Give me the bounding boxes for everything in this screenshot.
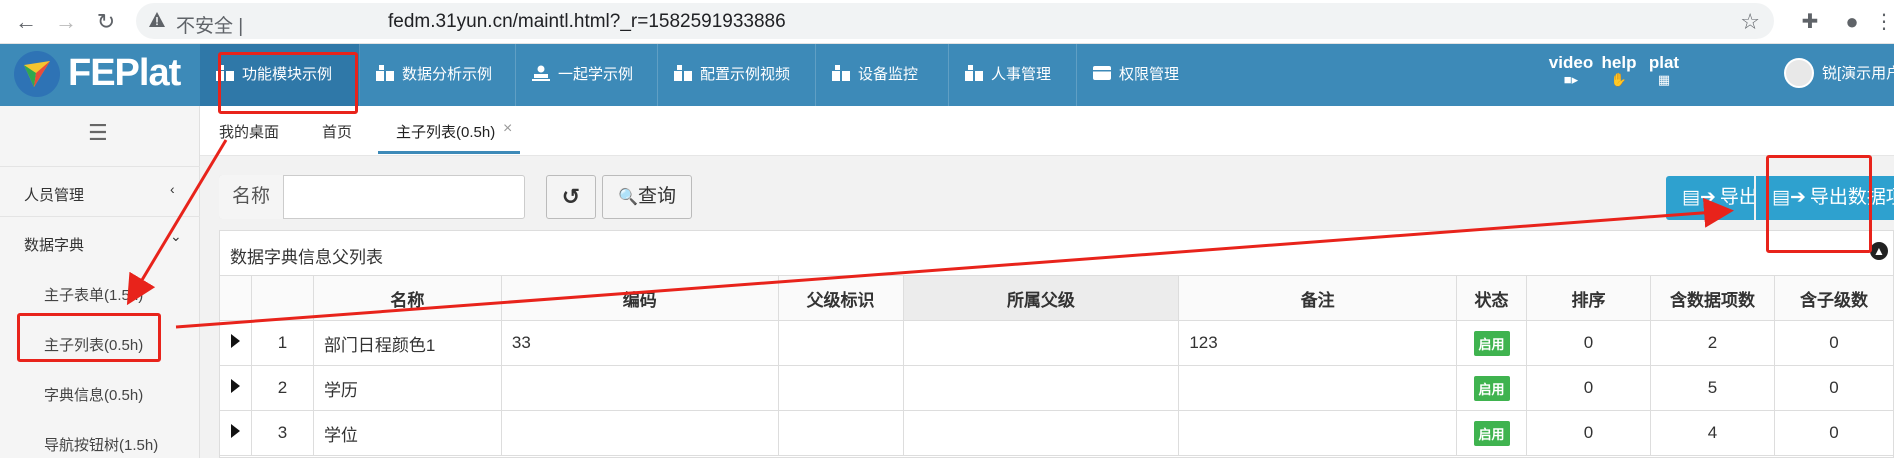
- arrow-to-export-button: [175, 197, 1734, 329]
- annotation-arrows: [126, 139, 1734, 329]
- arrow-to-sidebar-item: [126, 139, 228, 306]
